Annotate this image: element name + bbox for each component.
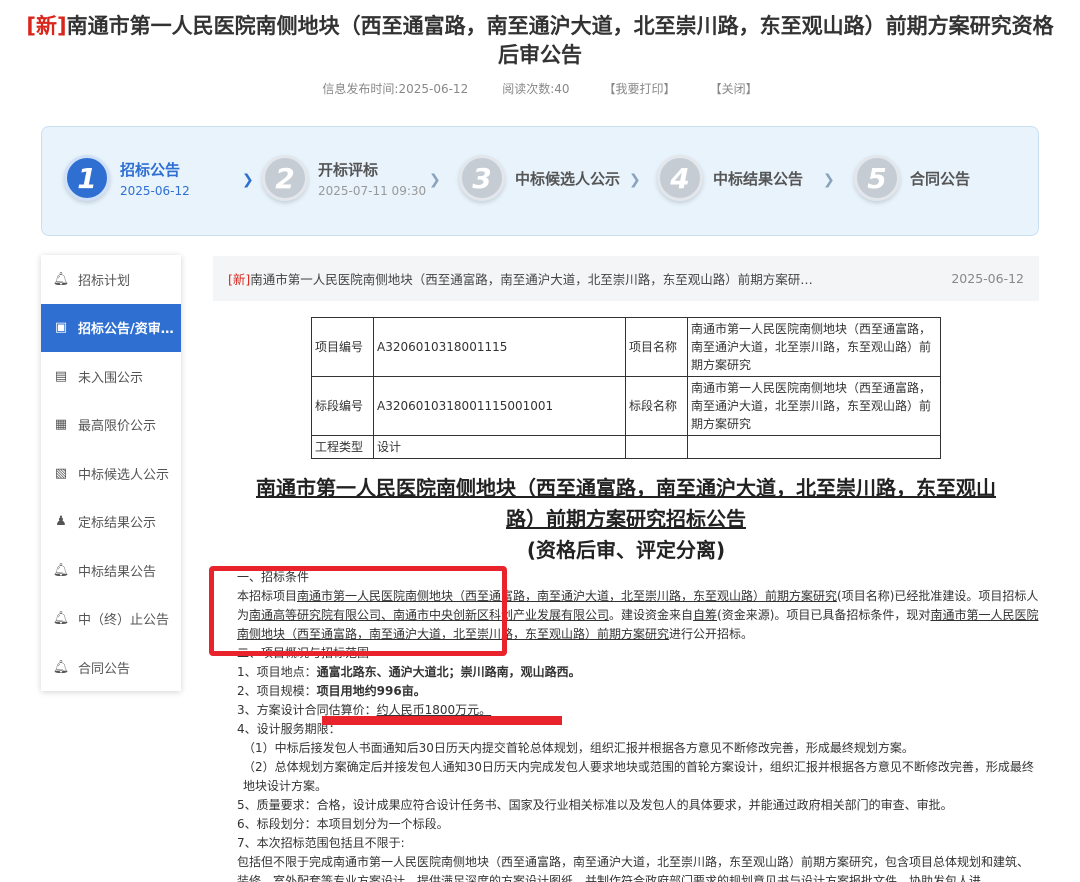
- step-5[interactable]: 5 合同公告: [854, 155, 970, 201]
- section-name-value: 南通市第一人民医院南侧地块（西至通富路，南至通沪大道，北至崇川路，东至观山路）前…: [687, 376, 941, 436]
- sidebar-item-candidates[interactable]: ▧ 中标候选人公示: [41, 449, 181, 498]
- bell-icon: 🔔︎: [52, 271, 70, 287]
- red-underline-mark: [322, 716, 562, 725]
- list-item: 6、标段划分：本项目划分为一个标段。: [237, 817, 449, 831]
- sidebar-item-not-shortlisted[interactable]: ▤ 未入围公示: [41, 352, 181, 401]
- table-row: 标段编号 A3206010318001115001001 标段名称 南通市第一人…: [311, 376, 941, 436]
- step-date: 2025-06-12: [120, 183, 190, 198]
- section-name-label: 标段名称: [625, 376, 688, 436]
- chevron-right-icon: ❯: [429, 172, 441, 188]
- table-row: 工程类型 设计: [311, 435, 941, 459]
- sidebar-item-label: 中（终）止公告: [78, 613, 170, 629]
- chevron-right-icon: ❯: [823, 172, 835, 188]
- page-title: [新]南通市第一人民医院南侧地块（西至通富路，南至通沪大道，北至崇川路，东至观山…: [20, 12, 1060, 70]
- project-no-value: A3206010318001115: [373, 317, 626, 377]
- doc-subtitle: (资格后审、评定分离): [526, 538, 726, 562]
- step-label: 中标结果公告: [713, 169, 804, 188]
- document-edit-icon: ▧: [54, 465, 68, 481]
- type-value: 设计: [373, 435, 626, 459]
- doc-title-line2: 路）前期方案研究招标公告: [506, 507, 746, 531]
- print-link[interactable]: 【我要打印】: [604, 80, 676, 97]
- red-highlight-box: [209, 566, 507, 656]
- sidebar-item-winning-result[interactable]: 🔔︎ 中标结果公告: [41, 546, 181, 595]
- sidebar-item-termination[interactable]: 🔔︎ 中（终）止公告: [41, 595, 181, 644]
- bell-icon: 🔔︎: [52, 562, 70, 578]
- chevron-right-icon: ❯: [242, 172, 254, 188]
- sidebar-item-contract[interactable]: 🔔︎ 合同公告: [41, 643, 181, 692]
- sidebar-item-label: 招标公告/资审…: [78, 322, 174, 338]
- section-no-label: 标段编号: [311, 376, 374, 436]
- announcement-header-bar: [新]南通市第一人民医院南侧地块（西至通富路，南至通沪大道，北至崇川路，东至观山…: [213, 256, 1039, 301]
- step-4[interactable]: 4 中标结果公告: [657, 155, 803, 201]
- list-item: 7、本次招标范围包括且不限于:: [237, 836, 405, 850]
- publish-time: 信息发布时间:2025-06-12: [322, 82, 469, 96]
- announcement-icon: ▣: [54, 320, 68, 336]
- section-no-value: A3206010318001115001001: [373, 376, 626, 436]
- list-item: （2）总体规划方案确定后并接发包人通知30日历天内完成发包人要求地块或范围的首轮…: [243, 760, 1034, 793]
- user-icon: ♟: [55, 514, 67, 530]
- step-number: 5: [854, 155, 900, 201]
- step-label: 中标候选人公示: [515, 169, 621, 188]
- project-info-table: 项目编号 A3206010318001115 项目名称 南通市第一人民医院南侧地…: [311, 317, 941, 459]
- step-number: 1: [64, 155, 110, 201]
- sidebar-item-label: 定标结果公示: [78, 516, 157, 532]
- type-label: 工程类型: [311, 435, 374, 459]
- sidebar-item-label: 中标结果公告: [78, 564, 157, 580]
- list-item: （1）中标后接发包人书面通知后30日历天内提交首轮总体规划，组织汇报并根据各方意…: [243, 741, 914, 755]
- doc-title-line1: 南通市第一人民医院南侧地块（西至通富路，南至通沪大道，北至崇川路，东至观山: [256, 476, 996, 500]
- table-row: 项目编号 A3206010318001115 项目名称 南通市第一人民医院南侧地…: [311, 317, 941, 377]
- step-date: 2025-07-11 09:30: [318, 183, 427, 198]
- step-2[interactable]: 2 开标评标 2025-07-11 09:30: [262, 155, 426, 201]
- read-count: 阅读次数:40: [502, 82, 570, 96]
- list-item: 5、质量要求：合格，设计成果应符合设计任务书、国家及行业相关标准以及发包人的具体…: [237, 798, 953, 812]
- new-tag: [新]: [26, 14, 67, 38]
- chevron-right-icon: ❯: [629, 172, 641, 188]
- announcement-date: 2025-06-12: [951, 271, 1024, 286]
- document-title: 南通市第一人民医院南侧地块（西至通富路，南至通沪大道，北至崇川路，东至观山 路）…: [213, 473, 1039, 566]
- project-name-value: 南通市第一人民医院南侧地块（西至通富路，南至通沪大道，北至崇川路，东至观山路）前…: [687, 317, 941, 377]
- empty-cell: [687, 435, 941, 459]
- sidebar-item-award-result[interactable]: ♟ 定标结果公示: [41, 498, 181, 547]
- sidebar-item-plan[interactable]: 🔔︎ 招标计划: [41, 255, 181, 304]
- sidebar-item-label: 最高限价公示: [78, 419, 157, 435]
- list-item: 1、项目地点：通富北路东、通沪大道北；崇川路南，观山路西。: [237, 665, 581, 679]
- list-item: 2、项目规模：项目用地约996亩。: [237, 684, 426, 698]
- step-3[interactable]: 3 中标候选人公示: [459, 155, 620, 201]
- step-label: 招标公告: [120, 160, 181, 179]
- close-link[interactable]: 【关闭】: [710, 80, 758, 97]
- progress-steps: 1 招标公告 2025-06-12 ❯ 2 开标评标 2025-07-11 09:3…: [41, 126, 1039, 236]
- empty-cell: [625, 435, 688, 459]
- step-number: 3: [459, 155, 505, 201]
- briefcase-icon: ▤: [54, 368, 68, 384]
- step-label: 合同公告: [910, 169, 971, 188]
- sidebar-item-label: 未入围公示: [78, 370, 144, 386]
- meta-bar: 信息发布时间:2025-06-12 阅读次数:40 【我要打印】 【关闭】: [0, 80, 1080, 97]
- list-item: 包括但不限于完成南通市第一人民医院南侧地块（西至通富路，南至通沪大道，北至崇川路…: [237, 855, 1030, 882]
- title-text: 南通市第一人民医院南侧地块（西至通富路，南至通沪大道，北至崇川路，东至观山路）前…: [66, 14, 1054, 67]
- announcement-title[interactable]: 南通市第一人民医院南侧地块（西至通富路，南至通沪大道，北至崇川路，东至观山路）前…: [250, 272, 813, 287]
- project-name-label: 项目名称: [625, 317, 688, 377]
- bell-icon: 🔔︎: [52, 659, 70, 675]
- step-1[interactable]: 1 招标公告 2025-06-12: [64, 155, 190, 201]
- sidebar-item-label: 中标候选人公示: [78, 467, 170, 483]
- sidebar: 🔔︎ 招标计划 ▣ 招标公告/资审… ▤ 未入围公示 ▦ 最高限价公示 ▧ 中标候选人公示…: [41, 255, 181, 691]
- step-label: 开标评标: [318, 160, 379, 179]
- new-tag: [新]: [228, 272, 251, 287]
- sidebar-item-label: 招标计划: [78, 273, 131, 289]
- sidebar-item-label: 合同公告: [78, 661, 131, 677]
- price-tag-icon: ▦: [54, 417, 68, 433]
- step-number: 4: [657, 155, 703, 201]
- sidebar-item-max-price[interactable]: ▦ 最高限价公示: [41, 401, 181, 450]
- step-number: 2: [262, 155, 308, 201]
- project-no-label: 项目编号: [311, 317, 374, 377]
- sidebar-item-announcement[interactable]: ▣ 招标公告/资审…: [41, 303, 181, 352]
- bell-icon: 🔔︎: [52, 611, 70, 627]
